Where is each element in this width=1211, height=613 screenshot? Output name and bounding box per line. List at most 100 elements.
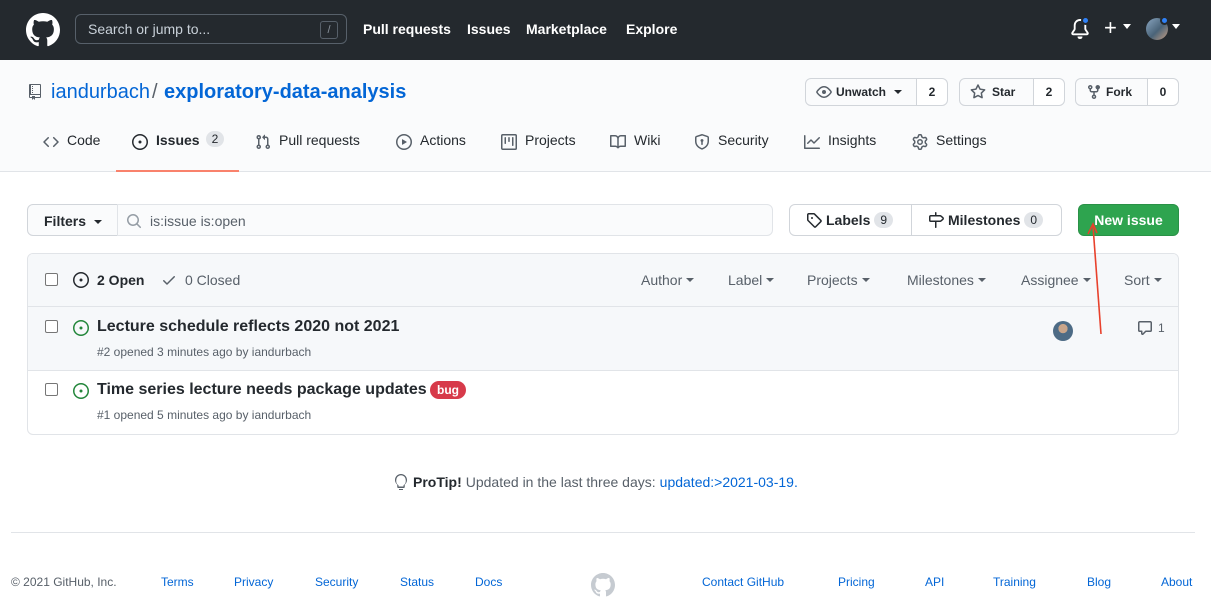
- footer-link-about[interactable]: About: [1161, 575, 1192, 589]
- labels-link[interactable]: Labels 9: [790, 205, 912, 235]
- fork-button[interactable]: Fork: [1076, 79, 1148, 105]
- tab-security-label: Security: [718, 132, 769, 148]
- tab-wiki-label: Wiki: [634, 132, 661, 148]
- milestones-count: 0: [1024, 212, 1044, 228]
- filters-dropdown[interactable]: Filters: [27, 204, 118, 236]
- repo-name-link[interactable]: exploratory-data-analysis: [164, 81, 406, 104]
- repo-owner-link[interactable]: iandurbach: [51, 81, 150, 104]
- gear-icon: [912, 134, 928, 150]
- search-shortcut-key: /: [320, 21, 338, 39]
- footer-link-blog[interactable]: Blog: [1087, 575, 1111, 589]
- issue-search-input[interactable]: is:issue is:open: [117, 204, 773, 236]
- select-all-checkbox[interactable]: [45, 273, 58, 286]
- issue-opened-icon: [73, 383, 89, 399]
- graph-icon: [804, 135, 820, 149]
- issue-checkbox[interactable]: [45, 320, 58, 333]
- copyright: © 2021 GitHub, Inc.: [11, 575, 117, 589]
- light-bulb-icon: [395, 474, 407, 490]
- sort-filter[interactable]: Sort: [1124, 272, 1162, 288]
- fork-button-group: Fork 0: [1075, 78, 1179, 106]
- watch-count[interactable]: 2: [917, 79, 947, 105]
- repo-path-separator: /: [152, 81, 158, 103]
- star-count[interactable]: 2: [1034, 79, 1064, 105]
- tab-settings-label: Settings: [936, 132, 987, 148]
- author-filter[interactable]: Author: [641, 272, 695, 288]
- footer-link-status[interactable]: Status: [400, 575, 434, 589]
- status-indicator: [1160, 16, 1169, 25]
- open-issues-filter[interactable]: 2 Open: [73, 272, 144, 288]
- tab-issues[interactable]: Issues 2: [116, 131, 239, 172]
- footer-link-security[interactable]: Security: [315, 575, 358, 589]
- create-new-icon[interactable]: +: [1104, 15, 1117, 41]
- comment-count: 1: [1158, 321, 1165, 335]
- projects-filter-label: Projects: [807, 272, 858, 288]
- topnav-issues[interactable]: Issues: [467, 21, 511, 37]
- avatar-caret-icon: [1172, 24, 1180, 29]
- annotation-arrow: [1087, 222, 1102, 335]
- protip-text: Updated in the last three days:: [465, 474, 656, 490]
- label-filter[interactable]: Label: [728, 272, 775, 288]
- footer-link-docs[interactable]: Docs: [475, 575, 502, 589]
- code-icon: [43, 136, 59, 148]
- footer-link-api[interactable]: API: [925, 575, 944, 589]
- search-input[interactable]: Search or jump to... /: [75, 14, 347, 44]
- bug-label[interactable]: bug: [430, 381, 466, 399]
- tab-projects[interactable]: Projects: [501, 132, 576, 172]
- footer-link-privacy[interactable]: Privacy: [234, 575, 273, 589]
- tab-insights[interactable]: Insights: [804, 132, 876, 172]
- star-button[interactable]: Star: [960, 79, 1034, 105]
- tab-code[interactable]: Code: [43, 132, 100, 172]
- topnav-explore[interactable]: Explore: [626, 21, 677, 37]
- footer-link-contact[interactable]: Contact GitHub: [702, 575, 784, 589]
- author-filter-label: Author: [641, 272, 683, 288]
- shield-icon: [695, 134, 709, 150]
- unwatch-button[interactable]: Unwatch: [806, 79, 917, 105]
- github-logo-icon[interactable]: [26, 13, 60, 47]
- issue-title-link[interactable]: Time series lecture needs package update…: [97, 381, 427, 399]
- issue-row[interactable]: Lecture schedule reflects 2020 not 2021 …: [28, 307, 1178, 371]
- issue-icon: [132, 134, 148, 150]
- chevron-down-icon: [894, 90, 903, 94]
- tab-wiki[interactable]: Wiki: [610, 132, 660, 172]
- tab-actions[interactable]: Actions: [396, 132, 466, 172]
- tab-code-label: Code: [67, 132, 101, 148]
- assignee-avatar[interactable]: [1053, 321, 1073, 341]
- tab-issues-label: Issues: [156, 132, 200, 148]
- topnav-pull-requests[interactable]: Pull requests: [363, 21, 451, 37]
- issue-title-link[interactable]: Lecture schedule reflects 2020 not 2021: [97, 318, 399, 336]
- issue-open-icon: [73, 272, 89, 288]
- tab-security[interactable]: Security: [694, 132, 769, 172]
- github-mark-icon[interactable]: [591, 573, 615, 597]
- tab-settings[interactable]: Settings: [912, 132, 987, 172]
- comment-icon: [1138, 321, 1152, 335]
- footer-link-pricing[interactable]: Pricing: [838, 575, 875, 589]
- footer-link-training[interactable]: Training: [993, 575, 1036, 589]
- fork-count[interactable]: 0: [1148, 79, 1178, 105]
- eye-icon: [816, 86, 832, 98]
- chevron-down-icon: [977, 278, 986, 282]
- tab-pull-requests[interactable]: Pull requests: [255, 132, 360, 172]
- footer-link-terms[interactable]: Terms: [161, 575, 194, 589]
- assignee-filter[interactable]: Assignee: [1021, 272, 1091, 288]
- check-icon: [163, 276, 175, 285]
- topnav-marketplace[interactable]: Marketplace: [526, 21, 607, 37]
- chevron-down-icon: [861, 278, 870, 282]
- comments-link[interactable]: 1: [1137, 320, 1165, 336]
- issue-row[interactable]: Time series lecture needs package update…: [28, 371, 1178, 434]
- label-filter-label: Label: [728, 272, 763, 288]
- closed-issues-filter[interactable]: 0 Closed: [161, 272, 240, 288]
- projects-filter[interactable]: Projects: [807, 272, 870, 288]
- milestones-filter[interactable]: Milestones: [907, 272, 986, 288]
- repo-header: iandurbach / exploratory-data-analysis U…: [0, 60, 1211, 172]
- issue-checkbox[interactable]: [45, 383, 58, 396]
- issue-search-query: is:issue is:open: [150, 213, 246, 229]
- milestones-link[interactable]: Milestones 0: [912, 205, 1059, 235]
- tab-pull-requests-label: Pull requests: [279, 132, 360, 148]
- assignee-filter-label: Assignee: [1021, 272, 1079, 288]
- chevron-down-icon: [766, 278, 775, 282]
- protip-prefix: ProTip!: [413, 474, 462, 490]
- protip-link[interactable]: updated:>2021-03-19.: [660, 474, 798, 490]
- milestone-icon: [929, 212, 944, 228]
- labels-milestones-group: Labels 9 Milestones 0: [789, 204, 1062, 236]
- project-icon: [501, 134, 517, 150]
